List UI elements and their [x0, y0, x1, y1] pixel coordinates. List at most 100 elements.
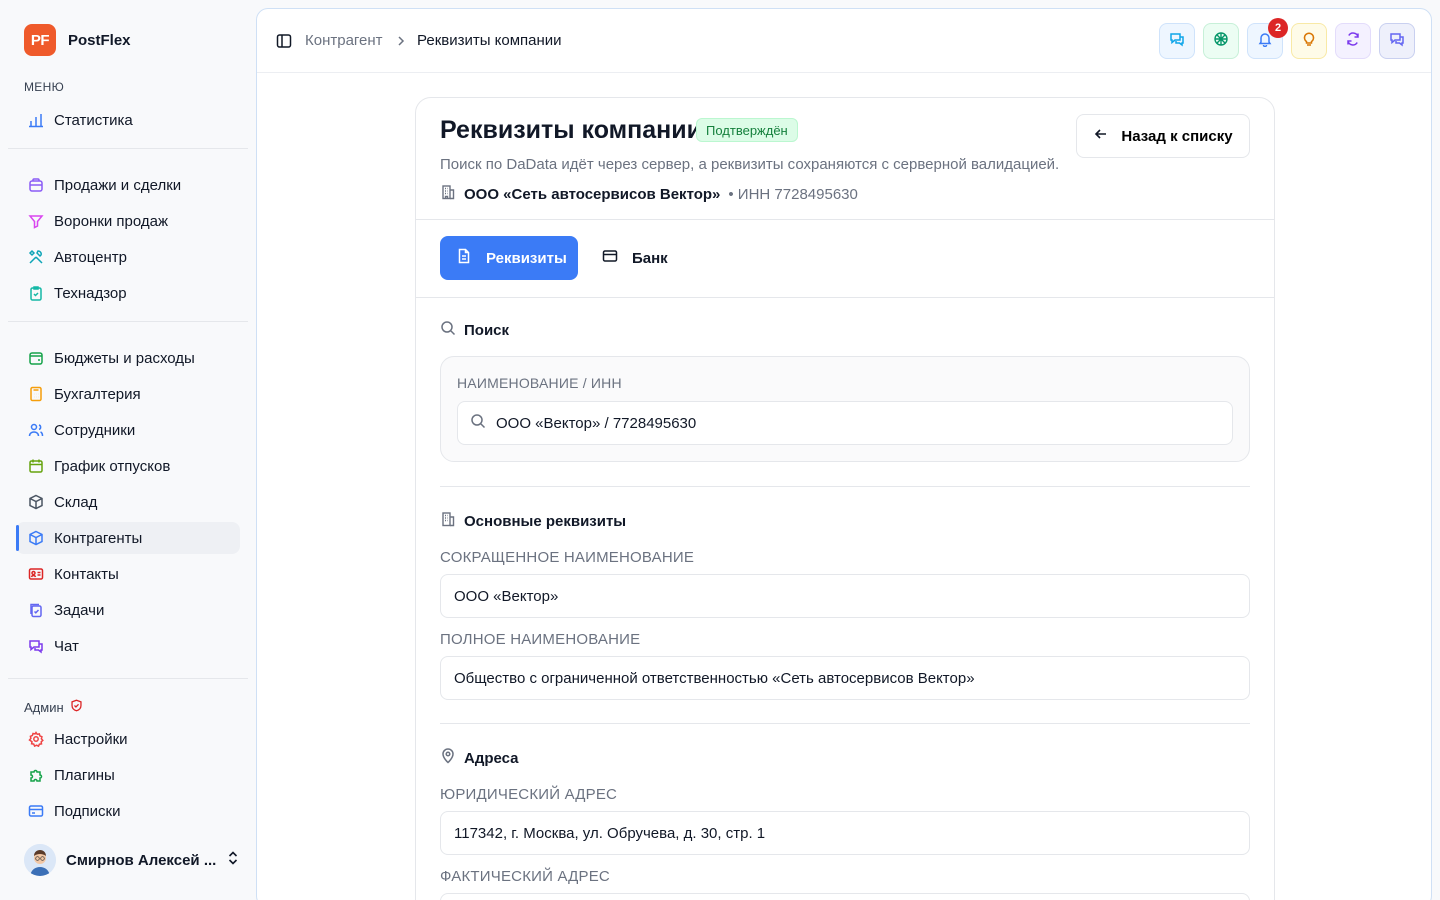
topbar: Контрагент Реквизиты компании 2	[257, 9, 1431, 73]
sidebar-item-inspection[interactable]: Технадзор	[16, 277, 240, 309]
sidebar-item-label: График отпусков	[54, 457, 171, 475]
legal-address-field[interactable]: 117342, г. Москва, ул. Обручева, д. 30, …	[440, 811, 1250, 855]
chat-button[interactable]	[1159, 23, 1195, 59]
breadcrumb-current: Реквизиты компании	[417, 32, 562, 49]
sidebar-item-label: Продажи и сделки	[54, 176, 182, 194]
full-name-label: ПОЛНОЕ НАИМЕНОВАНИЕ	[440, 631, 641, 648]
brand[interactable]: PF PostFlex	[24, 24, 131, 56]
notification-count-badge: 2	[1268, 18, 1288, 38]
arrow-left-icon	[1093, 126, 1109, 146]
credit-card-icon	[602, 248, 618, 268]
sidebar-item-counterparties[interactable]: Контрагенты	[16, 522, 240, 554]
search-input-value: ООО «Вектор» / 7728495630	[496, 414, 697, 432]
sidebar-item-label: Контрагенты	[54, 529, 143, 547]
notifications-button[interactable]: 2	[1247, 18, 1288, 59]
sidebar-item-budgets[interactable]: Бюджеты и расходы	[16, 342, 240, 374]
wrench-icon	[28, 249, 44, 265]
sidebar-item-label: Плагины	[54, 766, 115, 784]
status-badge: Подтверждён	[696, 118, 798, 142]
briefcase-icon	[28, 177, 44, 193]
ai-assistant-button[interactable]	[1203, 23, 1239, 59]
cube-icon	[28, 530, 44, 546]
calculator-icon	[28, 386, 44, 402]
short-name-field[interactable]: ООО «Вектор»	[440, 574, 1250, 618]
back-button-label: Назад к списку	[1121, 127, 1233, 145]
tab-bank[interactable]: Банк	[586, 236, 684, 280]
sidebar-divider	[8, 678, 248, 679]
sidebar-item-funnels[interactable]: Воронки продаж	[16, 205, 240, 237]
actual-address-label: ФАКТИЧЕСКИЙ АДРЕС	[440, 868, 610, 885]
shield-icon	[70, 699, 83, 715]
chevron-right-icon	[395, 33, 407, 49]
users-icon	[28, 422, 44, 438]
sidebar-item-accounting[interactable]: Бухгалтерия	[16, 378, 240, 410]
building-icon	[440, 184, 456, 204]
chevron-up-down-icon	[226, 850, 240, 870]
chat-icon	[28, 638, 44, 654]
search-icon	[470, 413, 486, 433]
main-details-label: Основные реквизиты	[464, 512, 627, 530]
tips-button[interactable]	[1291, 23, 1327, 59]
sidebar-item-label: Автоцентр	[54, 248, 127, 266]
sidebar-divider	[8, 148, 248, 149]
sidebar-toggle-icon[interactable]	[276, 33, 292, 49]
sidebar-item-vacations[interactable]: График отпусков	[16, 450, 240, 482]
document-icon	[456, 248, 472, 268]
credit-card-icon	[28, 803, 44, 819]
sidebar-item-label: Бухгалтерия	[54, 385, 141, 403]
gear-icon	[28, 731, 44, 747]
actual-address-field[interactable]	[440, 893, 1250, 900]
sidebar-item-plugins[interactable]: Плагины	[16, 759, 240, 791]
sidebar-item-label: Подписки	[54, 802, 121, 820]
refresh-button[interactable]	[1335, 23, 1371, 59]
box-icon	[28, 494, 44, 510]
full-name-field[interactable]: Общество с ограниченной ответственностью…	[440, 656, 1250, 700]
funnel-icon	[28, 213, 44, 229]
sidebar-item-settings[interactable]: Настройки	[16, 723, 240, 755]
user-menu[interactable]: Смирнов Алексей ...	[24, 844, 240, 876]
map-pin-icon	[440, 748, 456, 768]
company-details-card: Реквизиты компании Подтверждён Поиск по …	[415, 97, 1275, 900]
sidebar-item-employees[interactable]: Сотрудники	[16, 414, 240, 446]
tab-bar: Реквизиты Банк	[416, 220, 1274, 298]
page-title: Реквизиты компании	[440, 116, 702, 144]
sidebar-item-label: Сотрудники	[54, 421, 136, 439]
chat-icon	[1169, 31, 1185, 51]
short-name-label: СОКРАЩЕННОЕ НАИМЕНОВАНИЕ	[440, 549, 695, 566]
sidebar-item-chat[interactable]: Чат	[16, 630, 240, 662]
main-details-section-title: Основные реквизиты	[440, 511, 626, 531]
sidebar-item-label: Склад	[54, 493, 98, 511]
contact-card-icon	[28, 566, 44, 582]
sparkle-icon	[1213, 31, 1229, 51]
sidebar-item-label: Настройки	[54, 730, 128, 748]
sidebar-item-sales[interactable]: Продажи и сделки	[16, 169, 240, 201]
admin-section-label: Админ	[24, 699, 83, 715]
sidebar-item-label: Бюджеты и расходы	[54, 349, 195, 367]
search-panel: НАИМЕНОВАНИЕ / ИНН ООО «Вектор» / 772849…	[440, 356, 1250, 462]
sidebar-item-label: Статистика	[54, 111, 133, 129]
sidebar-item-tasks[interactable]: Задачи	[16, 594, 240, 626]
search-icon	[440, 320, 456, 340]
search-section-label: Поиск	[464, 321, 510, 339]
search-input[interactable]: ООО «Вектор» / 7728495630	[457, 401, 1233, 445]
wallet-icon	[28, 350, 44, 366]
sidebar-item-statistics[interactable]: Статистика	[16, 104, 240, 136]
sidebar-item-autocenter[interactable]: Автоцентр	[16, 241, 240, 273]
card-header: Реквизиты компании Подтверждён Поиск по …	[416, 98, 1274, 220]
company-name: ООО «Сеть автосервисов Вектор»	[464, 185, 721, 203]
sidebar-item-label: Контакты	[54, 565, 119, 583]
sidebar-item-warehouse[interactable]: Склад	[16, 486, 240, 518]
main-panel: Контрагент Реквизиты компании 2 Реквизит…	[256, 8, 1432, 900]
tab-details[interactable]: Реквизиты	[440, 236, 578, 280]
sidebar-item-subscriptions[interactable]: Подписки	[16, 795, 240, 827]
breadcrumb-parent[interactable]: Контрагент	[305, 32, 383, 49]
section-divider	[440, 723, 1250, 724]
legal-address-label: ЮРИДИЧЕСКИЙ АДРЕС	[440, 786, 618, 803]
sidebar-item-contacts[interactable]: Контакты	[16, 558, 240, 590]
section-divider	[440, 486, 1250, 487]
back-to-list-button[interactable]: Назад к списку	[1076, 114, 1250, 158]
message-icon	[1389, 31, 1405, 51]
search-field-label: НАИМЕНОВАНИЕ / ИНН	[457, 375, 622, 391]
messages-button[interactable]	[1379, 23, 1415, 59]
brand-logo: PF	[24, 24, 56, 56]
